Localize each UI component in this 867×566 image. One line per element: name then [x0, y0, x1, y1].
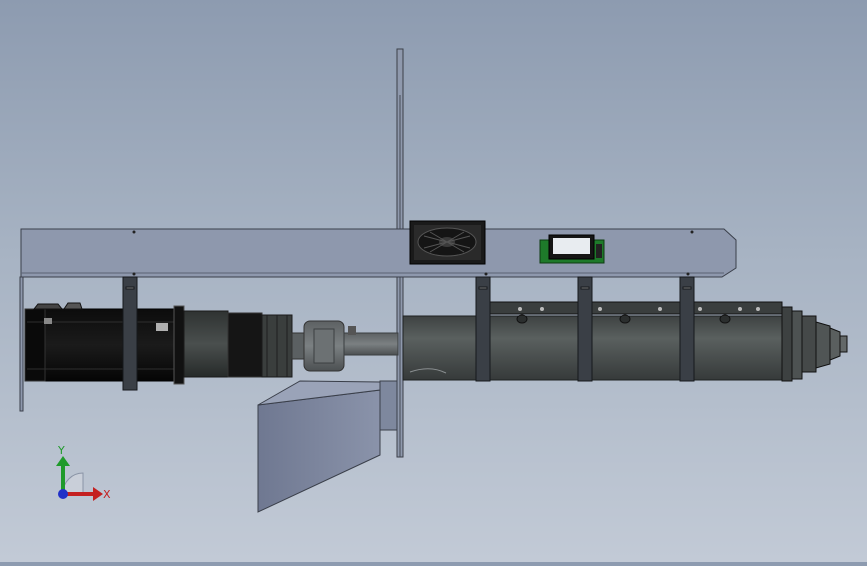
motor-icon	[24, 302, 293, 385]
top-mounting-plate	[20, 228, 737, 278]
x-axis-label: X	[103, 488, 111, 501]
hopper-icon	[257, 380, 398, 513]
cad-drawing: Y X	[19, 48, 848, 513]
cad-viewport[interactable]: Y X	[0, 0, 867, 562]
extruder-barrel-icon	[402, 301, 848, 382]
coordinate-triad	[56, 456, 103, 501]
controller-board-icon	[539, 234, 605, 264]
fan-icon	[409, 220, 486, 265]
y-axis-label: Y	[57, 444, 65, 457]
left-side-bracket	[19, 276, 24, 412]
drive-shaft	[291, 320, 399, 372]
